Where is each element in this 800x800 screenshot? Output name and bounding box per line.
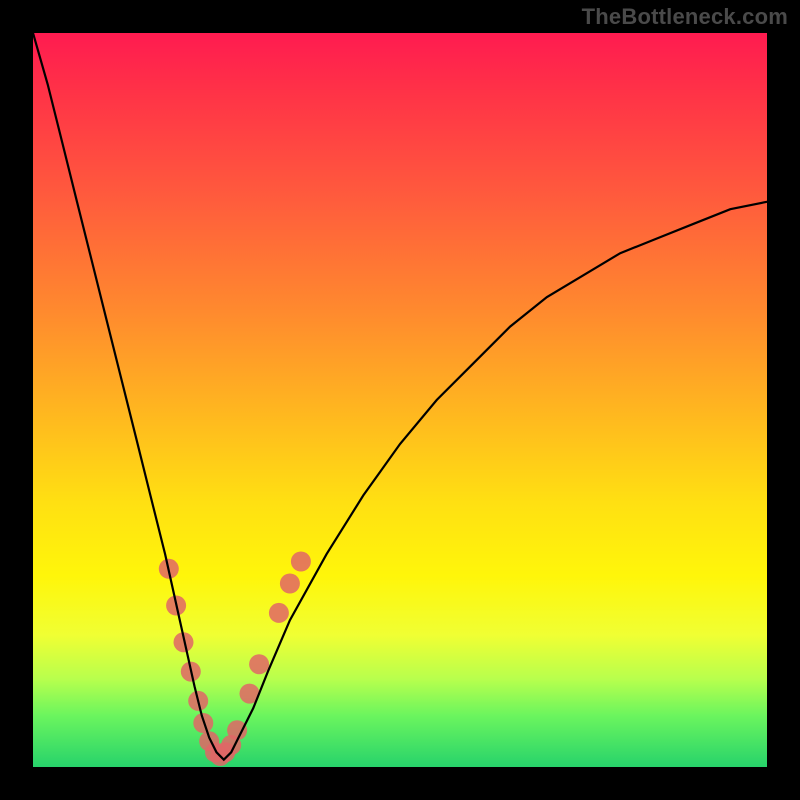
scatter-point <box>227 720 247 740</box>
chart-frame: TheBottleneck.com <box>0 0 800 800</box>
scatter-points <box>159 552 311 767</box>
scatter-point <box>269 603 289 623</box>
scatter-point <box>291 552 311 572</box>
plot-area <box>33 33 767 767</box>
watermark-text: TheBottleneck.com <box>582 4 788 30</box>
bottleneck-curve <box>33 33 767 760</box>
scatter-point <box>249 654 269 674</box>
curve-svg <box>33 33 767 767</box>
scatter-point <box>280 574 300 594</box>
